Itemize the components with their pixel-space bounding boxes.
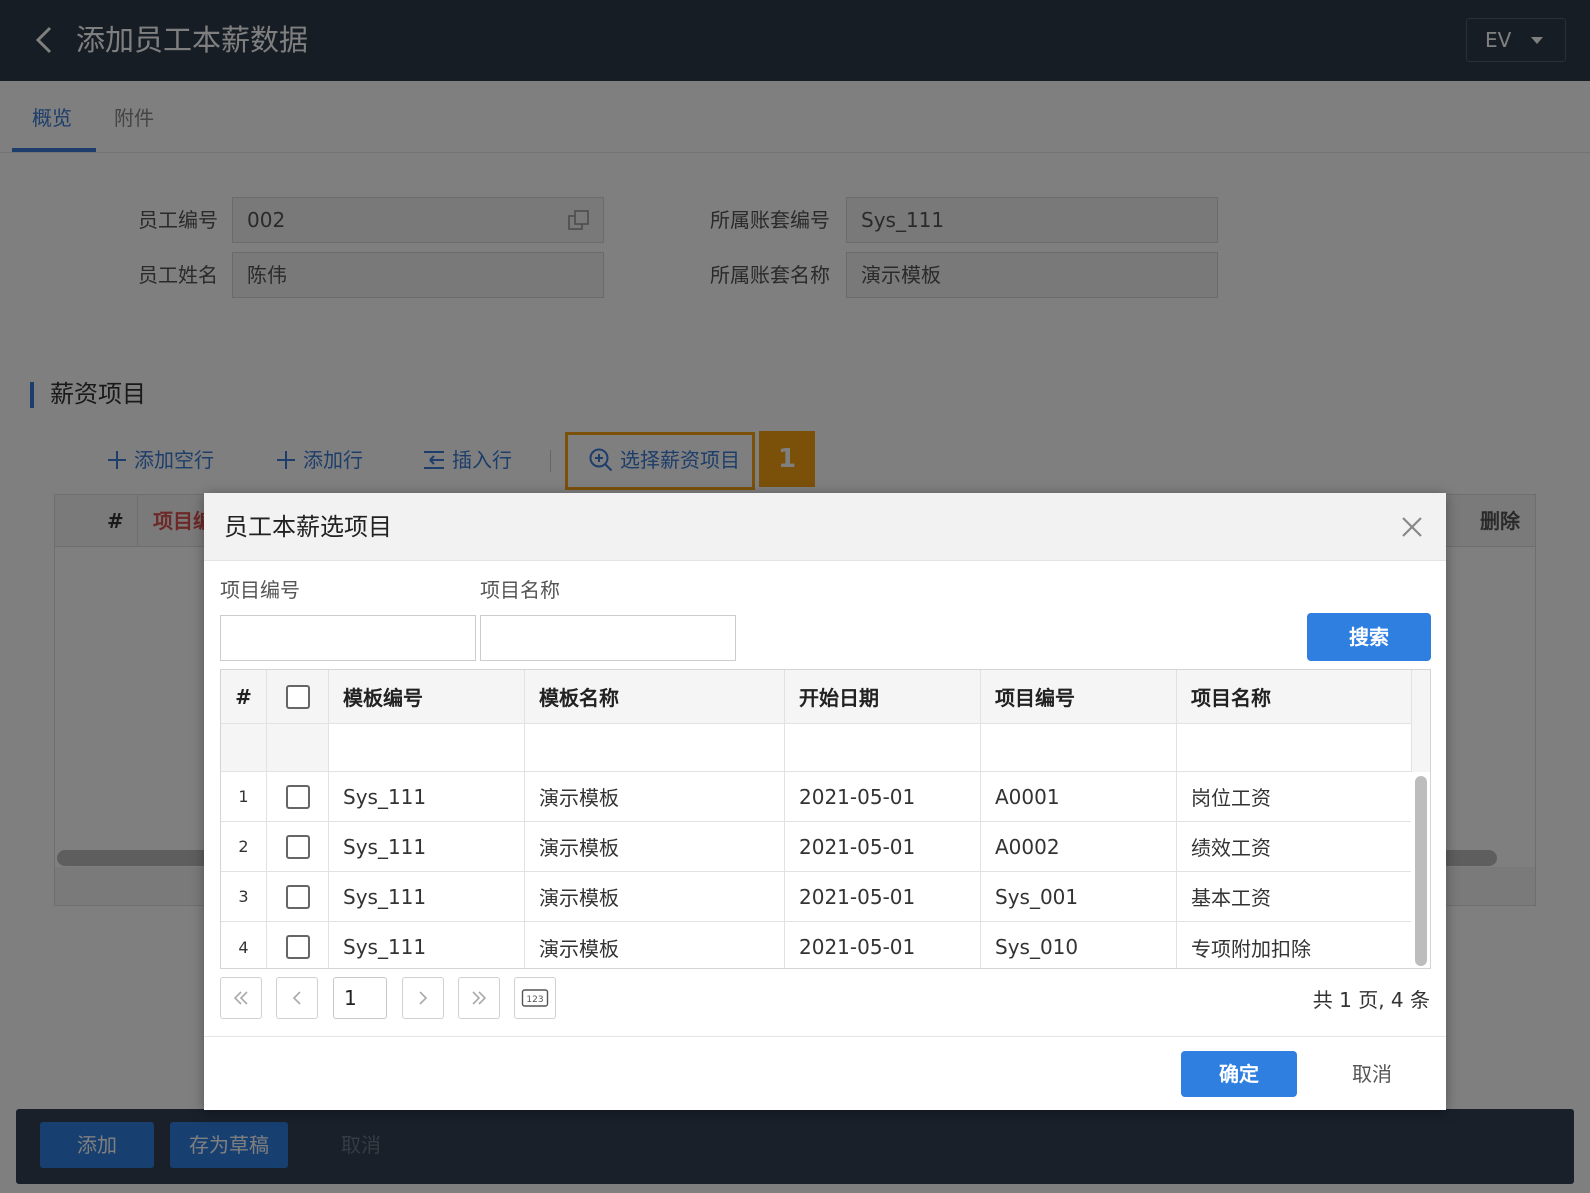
row-checkbox[interactable] xyxy=(285,784,310,809)
row-item-no: Sys_010 xyxy=(981,922,1177,968)
item-name-filter-label: 项目名称 xyxy=(480,578,560,602)
header-start-date[interactable]: 开始日期 xyxy=(785,670,981,723)
row-item-name: 基本工资 xyxy=(1191,886,1271,910)
row-select[interactable] xyxy=(267,822,329,871)
next-page-button[interactable] xyxy=(402,977,444,1019)
dialog-title: 员工本薪选项目 xyxy=(224,513,392,541)
row-select[interactable] xyxy=(267,922,329,968)
row-start-date: 2021-05-01 xyxy=(785,922,981,968)
row-start-date: 2021-05-01 xyxy=(785,872,981,921)
items-grid-header: # 模板编号 模板名称 开始日期 项目编号 项目名称 xyxy=(221,670,1411,724)
vertical-scrollbar[interactable] xyxy=(1411,772,1430,968)
row-template-no: Sys_111 xyxy=(329,872,525,921)
header-template-no[interactable]: 模板编号 xyxy=(329,670,525,723)
last-page-button[interactable] xyxy=(458,977,500,1019)
filter-cell[interactable] xyxy=(329,724,525,771)
row-item-name: 专项附加扣除 xyxy=(1191,936,1311,961)
number-list-icon: 123 xyxy=(521,989,549,1007)
row-start-date: 2021-05-01 xyxy=(785,822,981,871)
row-item-name: 岗位工资 xyxy=(1191,786,1271,810)
filter-cell xyxy=(221,724,267,771)
items-grid: # 模板编号 模板名称 开始日期 项目编号 项目名称 1 Sys_111 演示模… xyxy=(220,669,1431,969)
row-select[interactable] xyxy=(267,772,329,821)
filter-cell[interactable] xyxy=(525,724,785,771)
scrollbar-header-cap xyxy=(1411,670,1430,772)
search-button[interactable]: 搜索 xyxy=(1307,613,1431,661)
header-item-name[interactable]: 项目名称 xyxy=(1177,670,1411,723)
row-item-no: Sys_001 xyxy=(981,872,1177,921)
row-item-name: 绩效工资 xyxy=(1191,836,1271,860)
double-chevron-left-icon xyxy=(233,991,248,1005)
row-template-name: 演示模板 xyxy=(525,872,785,921)
filter-cell[interactable] xyxy=(981,724,1177,771)
pager-summary: 共 1 页, 4 条 xyxy=(1312,988,1430,1012)
page-number-input[interactable]: 1 xyxy=(333,977,387,1019)
filter-cell[interactable] xyxy=(1177,724,1411,771)
double-chevron-right-icon xyxy=(472,991,487,1005)
row-checkbox[interactable] xyxy=(285,884,310,909)
header-item-no[interactable]: 项目编号 xyxy=(981,670,1177,723)
confirm-button[interactable]: 确定 xyxy=(1181,1051,1297,1097)
table-row[interactable]: 2 Sys_111 演示模板 2021-05-01 A0002 绩效工资 xyxy=(221,822,1411,872)
select-all-checkbox[interactable] xyxy=(285,684,310,709)
chevron-right-icon xyxy=(419,991,428,1005)
row-checkbox[interactable] xyxy=(285,935,310,959)
dialog-cancel-button[interactable]: 取消 xyxy=(1324,1051,1420,1097)
row-num: 3 xyxy=(221,872,267,921)
select-items-dialog: 员工本薪选项目 项目编号 项目名称 搜索 # 模板编号 模板名称 开始日期 项目… xyxy=(204,493,1446,1110)
row-template-no: Sys_111 xyxy=(329,922,525,968)
row-num: 4 xyxy=(221,922,267,968)
header-template-name[interactable]: 模板名称 xyxy=(525,670,785,723)
row-item-no: A0001 xyxy=(981,772,1177,821)
row-start-date: 2021-05-01 xyxy=(785,772,981,821)
filter-cell xyxy=(267,724,329,771)
scrollbar-thumb[interactable] xyxy=(1415,776,1427,966)
prev-page-button[interactable] xyxy=(276,977,318,1019)
items-grid-filter-row xyxy=(221,724,1411,772)
table-row[interactable]: 4 Sys_111 演示模板 2021-05-01 Sys_010 专项附加扣除 xyxy=(221,922,1411,968)
row-template-no: Sys_111 xyxy=(329,822,525,871)
row-template-name: 演示模板 xyxy=(525,822,785,871)
item-name-filter-input[interactable] xyxy=(480,615,736,661)
item-no-filter-input[interactable] xyxy=(220,615,476,661)
item-no-filter-label: 项目编号 xyxy=(220,578,300,602)
row-template-no: Sys_111 xyxy=(329,772,525,821)
row-num: 2 xyxy=(221,822,267,871)
close-icon[interactable] xyxy=(1398,513,1426,541)
page-size-button[interactable]: 123 xyxy=(514,977,556,1019)
dialog-header: 员工本薪选项目 xyxy=(204,493,1446,561)
row-template-name: 演示模板 xyxy=(525,772,785,821)
filter-cell[interactable] xyxy=(785,724,981,771)
table-row[interactable]: 3 Sys_111 演示模板 2021-05-01 Sys_001 基本工资 xyxy=(221,872,1411,922)
svg-text:123: 123 xyxy=(526,995,543,1005)
header-num: # xyxy=(221,670,267,723)
chevron-left-icon xyxy=(292,991,301,1005)
table-row[interactable]: 1 Sys_111 演示模板 2021-05-01 A0001 岗位工资 xyxy=(221,772,1411,822)
row-num: 1 xyxy=(221,772,267,821)
row-checkbox[interactable] xyxy=(285,834,310,859)
header-select-all[interactable] xyxy=(267,670,329,723)
row-item-no: A0002 xyxy=(981,822,1177,871)
first-page-button[interactable] xyxy=(220,977,262,1019)
dialog-footer: 确定 取消 xyxy=(204,1036,1446,1110)
row-select[interactable] xyxy=(267,872,329,921)
row-template-name: 演示模板 xyxy=(525,922,785,968)
